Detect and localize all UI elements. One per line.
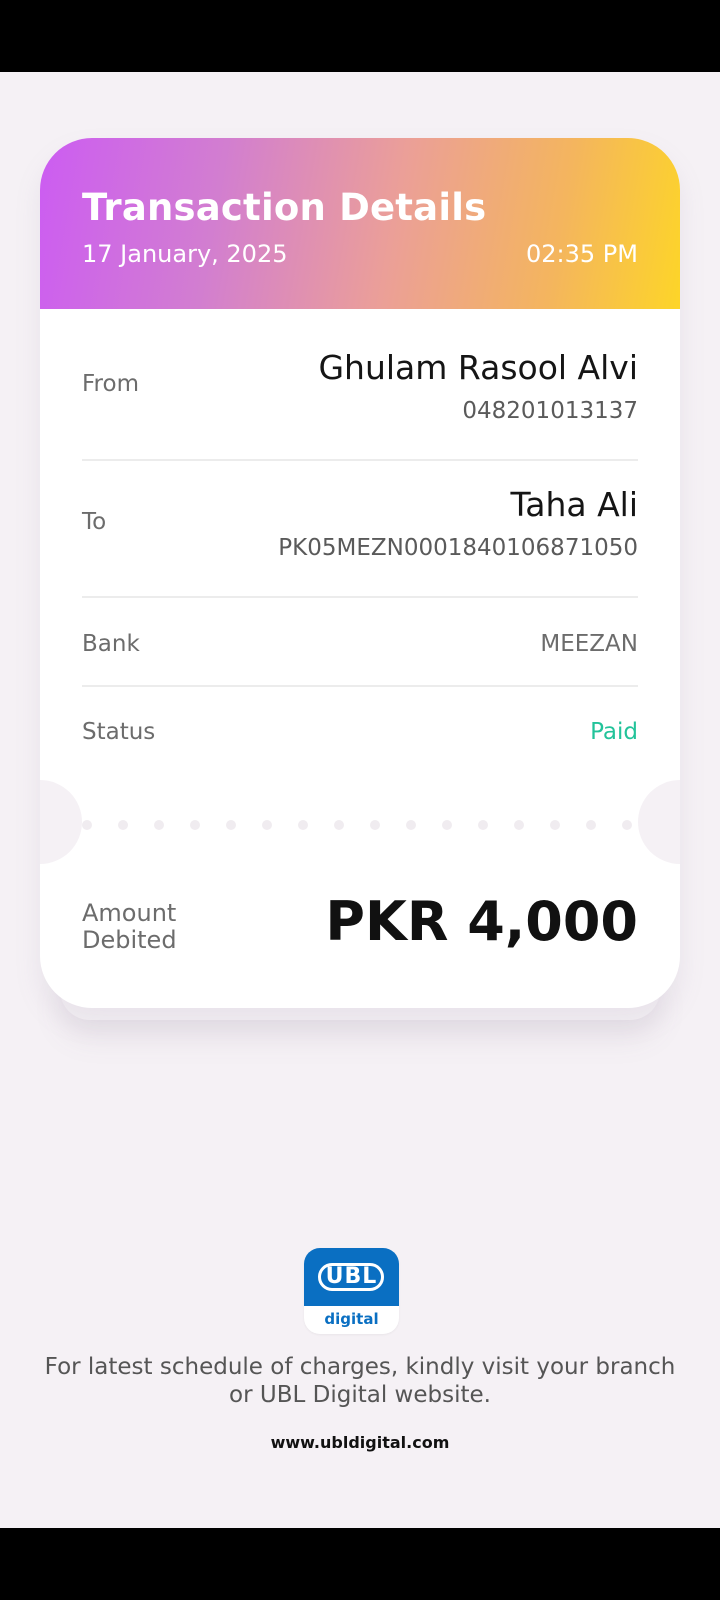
- receipt-header: Transaction Details 17 January, 2025 02:…: [40, 138, 680, 309]
- bank-label: Bank: [82, 631, 140, 657]
- perforation-dot: [406, 820, 416, 830]
- transaction-receipt-card: Transaction Details 17 January, 2025 02:…: [40, 138, 680, 1008]
- ubl-digital-logo: UBL digital: [304, 1248, 399, 1334]
- sender-name: Ghulam Rasool Alvi: [318, 348, 638, 387]
- perforation-dot: [154, 820, 164, 830]
- status-label: Status: [82, 719, 156, 745]
- perforation-dot: [118, 820, 128, 830]
- recipient-name: Taha Ali: [510, 485, 638, 524]
- amount-label-line1: Amount: [82, 899, 177, 927]
- perforation-line: [82, 820, 638, 830]
- perforation-dot: [298, 820, 308, 830]
- perforation-dot: [190, 820, 200, 830]
- charges-disclaimer: For latest schedule of charges, kindly v…: [20, 1353, 700, 1409]
- from-label: From: [82, 371, 139, 397]
- perforation-dot: [334, 820, 344, 830]
- divider: [82, 596, 638, 598]
- perforation-dot: [82, 820, 92, 830]
- bank-name: MEEZAN: [540, 631, 638, 657]
- perforation-dot: [514, 820, 524, 830]
- to-label: To: [82, 509, 107, 535]
- perforation-dot: [226, 820, 236, 830]
- amount-debited: PKR 4,000: [325, 890, 638, 953]
- system-navigation-bar: [0, 1528, 720, 1600]
- status-badge: Paid: [590, 719, 638, 745]
- perforation-dot: [622, 820, 632, 830]
- logo-text: UBL: [325, 1264, 378, 1289]
- amount-label: Amount Debited: [82, 900, 177, 954]
- perforation-dot: [370, 820, 380, 830]
- ticket-notch-left: [40, 780, 82, 864]
- perforation-dot: [586, 820, 596, 830]
- transaction-date: 17 January, 2025: [82, 240, 288, 268]
- logo-subtext: digital: [324, 1310, 379, 1328]
- ticket-notch-right: [638, 780, 680, 864]
- perforation-dot: [262, 820, 272, 830]
- divider: [82, 685, 638, 687]
- perforation-dot: [478, 820, 488, 830]
- transaction-time: 02:35 PM: [526, 240, 638, 268]
- disclaimer-line2: or UBL Digital website.: [229, 1382, 491, 1408]
- sender-account: 048201013137: [462, 398, 638, 424]
- perforation-dot: [550, 820, 560, 830]
- perforation-dot: [442, 820, 452, 830]
- divider: [82, 459, 638, 461]
- page-title: Transaction Details: [82, 186, 487, 229]
- system-status-bar: [0, 0, 720, 72]
- disclaimer-line1: For latest schedule of charges, kindly v…: [44, 1354, 676, 1380]
- website-link[interactable]: www.ubldigital.com: [0, 1433, 720, 1452]
- amount-label-line2: Debited: [82, 926, 177, 954]
- recipient-iban: PK05MEZN0001840106871050: [278, 535, 638, 561]
